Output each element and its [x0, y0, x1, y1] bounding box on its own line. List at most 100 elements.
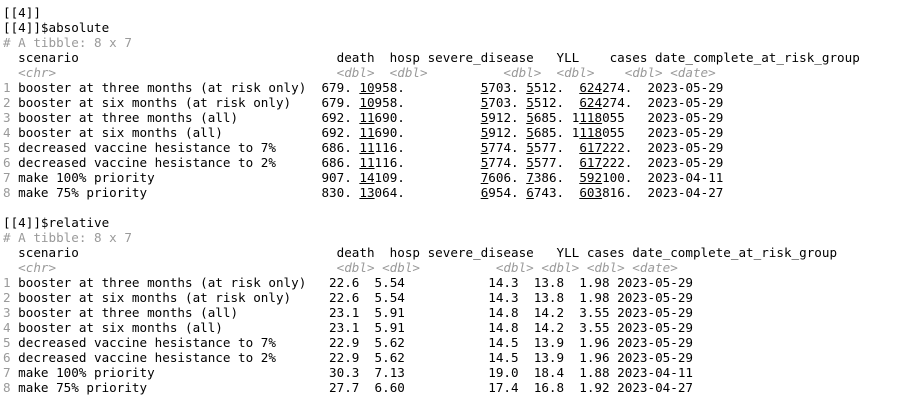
row-cell-text: booster at three months (all) 23.1 5.91 …	[10, 305, 693, 320]
row-number: 7	[3, 365, 11, 380]
row-cell-text: decreased vaccine hesistance to 2% 686.	[10, 155, 360, 170]
row-cell-text: 774.	[488, 140, 527, 155]
row-number: 4	[3, 320, 11, 335]
column-types-text: <chr> <dbl> <dbl> <dbl> <dbl> <dbl> <dat…	[3, 65, 716, 80]
row-cell-text: booster at three months (at risk only) 6…	[10, 80, 360, 95]
tibble-row: 5 decreased vaccine hesistance to 7% 22.…	[3, 335, 860, 350]
tibble-row: 8 make 75% priority 27.7 6.60 17.4 16.8 …	[3, 380, 860, 395]
digit-group-underline: 6	[526, 185, 534, 200]
tibble-row: 7 make 100% priority 907. 14109. 7606. 7…	[3, 170, 860, 185]
row-number: 6	[3, 350, 11, 365]
row-cell-text: 816. 2023-04-27	[602, 185, 724, 200]
digit-group-underline: 10	[359, 95, 375, 110]
digit-group-underline: 7	[526, 170, 534, 185]
row-cell-text: 685. 1	[533, 125, 580, 140]
row-cell-text: decreased vaccine hesistance to 7% 22.9 …	[10, 335, 693, 350]
row-cell-text: 703.	[488, 95, 527, 110]
console-line: [[4]]$relative	[3, 215, 860, 230]
digit-group-underline: 603	[579, 185, 603, 200]
console-line: [[4]]	[3, 5, 860, 20]
row-cell-text: 690.	[374, 125, 481, 140]
digit-group-underline: 5	[526, 155, 534, 170]
tibble-row: 8 make 75% priority 830. 13064. 6954. 67…	[3, 185, 860, 200]
row-cell-text: 685. 1	[533, 110, 580, 125]
row-cell-text: 274. 2023-05-29	[602, 80, 724, 95]
row-cell-text: make 75% priority 830.	[10, 185, 360, 200]
row-cell-text: 577.	[533, 155, 580, 170]
row-cell-text: 954.	[488, 185, 527, 200]
row-cell-text: booster at three months (all) 692.	[10, 110, 360, 125]
column-header-row: scenario death hosp severe_disease YLL c…	[3, 50, 860, 65]
row-cell-text: 109.	[374, 170, 481, 185]
console-line-text: [[4]]$absolute	[3, 20, 110, 35]
row-number: 2	[3, 290, 11, 305]
row-cell-text: 222. 2023-05-29	[602, 155, 724, 170]
row-number: 8	[3, 185, 11, 200]
tibble-row: 1 booster at three months (at risk only)…	[3, 80, 860, 95]
row-cell-text: 512.	[533, 95, 580, 110]
row-cell-text: make 75% priority 27.7 6.60 17.4 16.8 1.…	[10, 380, 693, 395]
column-type-row: <chr> <dbl> <dbl> <dbl> <dbl> <dbl> <dat…	[3, 65, 860, 80]
row-number: 6	[3, 155, 11, 170]
tibble-row: 3 booster at three months (all) 692. 116…	[3, 110, 860, 125]
tibble-row: 6 decreased vaccine hesistance to 2% 686…	[3, 155, 860, 170]
row-cell-text: booster at six months (at risk only) 679…	[10, 95, 360, 110]
digit-group-underline: 11	[359, 155, 375, 170]
column-header-row: scenario death hosp severe_disease YLL c…	[3, 245, 860, 260]
digit-group-underline: 10	[359, 80, 375, 95]
console-line: [[4]]$absolute	[3, 20, 860, 35]
row-cell-text: 912.	[488, 125, 527, 140]
console-line-text: [[4]]	[3, 5, 41, 20]
row-number: 4	[3, 125, 11, 140]
row-cell-text: 606.	[488, 170, 527, 185]
r-console-output: [[4]] [[4]]$absolute # A tibble: 8 x 7 sce…	[3, 5, 860, 395]
row-number: 5	[3, 335, 11, 350]
row-cell-text: 100. 2023-04-11	[602, 170, 724, 185]
tibble-row: 6 decreased vaccine hesistance to 2% 22.…	[3, 350, 860, 365]
digit-group-underline: 11	[359, 110, 375, 125]
row-cell-text: 703.	[488, 80, 527, 95]
row-cell-text: 386.	[533, 170, 580, 185]
tibble-summary-text: # A tibble: 8 x 7	[3, 35, 132, 50]
tibble-summary-text: # A tibble: 8 x 7	[3, 230, 132, 245]
row-number: 1	[3, 275, 11, 290]
digit-group-underline: 617	[579, 140, 603, 155]
digit-group-underline: 13	[359, 185, 375, 200]
row-number: 3	[3, 305, 11, 320]
row-number: 8	[3, 380, 11, 395]
digit-group-underline: 5	[526, 125, 534, 140]
row-cell-text: booster at six months (at risk only) 22.…	[10, 290, 693, 305]
row-cell-text: 774.	[488, 155, 527, 170]
row-number: 1	[3, 80, 11, 95]
digit-group-underline: 617	[579, 155, 603, 170]
row-cell-text: 055 2023-05-29	[602, 110, 724, 125]
digit-group-underline: 624	[579, 95, 603, 110]
digit-group-underline: 5	[526, 140, 534, 155]
row-cell-text: 222. 2023-05-29	[602, 140, 724, 155]
digit-group-underline: 5	[526, 95, 534, 110]
row-cell-text: 116.	[374, 155, 481, 170]
tibble-row: 3 booster at three months (all) 23.1 5.9…	[3, 305, 860, 320]
tibble-summary-comment: # A tibble: 8 x 7	[3, 230, 860, 245]
row-cell-text: decreased vaccine hesistance to 2% 22.9 …	[10, 350, 693, 365]
row-cell-text: booster at three months (at risk only) 2…	[10, 275, 693, 290]
row-number: 7	[3, 170, 11, 185]
row-cell-text: 512.	[533, 80, 580, 95]
tibble-row: 7 make 100% priority 30.3 7.13 19.0 18.4…	[3, 365, 860, 380]
column-headers-text: scenario death hosp severe_disease YLL c…	[3, 50, 860, 65]
row-cell-text: booster at six months (all) 692.	[10, 125, 360, 140]
digit-group-underline: 624	[579, 80, 603, 95]
row-cell-text: make 100% priority 30.3 7.13 19.0 18.4 1…	[10, 365, 693, 380]
digit-group-underline: 118	[579, 110, 603, 125]
row-cell-text: booster at six months (all) 23.1 5.91 14…	[10, 320, 693, 335]
row-number: 2	[3, 95, 11, 110]
tibble-row: 4 booster at six months (all) 692. 11690…	[3, 125, 860, 140]
digit-group-underline: 5	[526, 110, 534, 125]
tibble-row: 2 booster at six months (at risk only) 2…	[3, 290, 860, 305]
row-cell-text: 743.	[533, 185, 580, 200]
column-headers-text: scenario death hosp severe_disease YLL c…	[3, 245, 838, 260]
column-type-row: <chr> <dbl> <dbl> <dbl> <dbl> <dbl> <dat…	[3, 260, 860, 275]
digit-group-underline: 118	[579, 125, 603, 140]
row-cell-text: 690.	[374, 110, 481, 125]
